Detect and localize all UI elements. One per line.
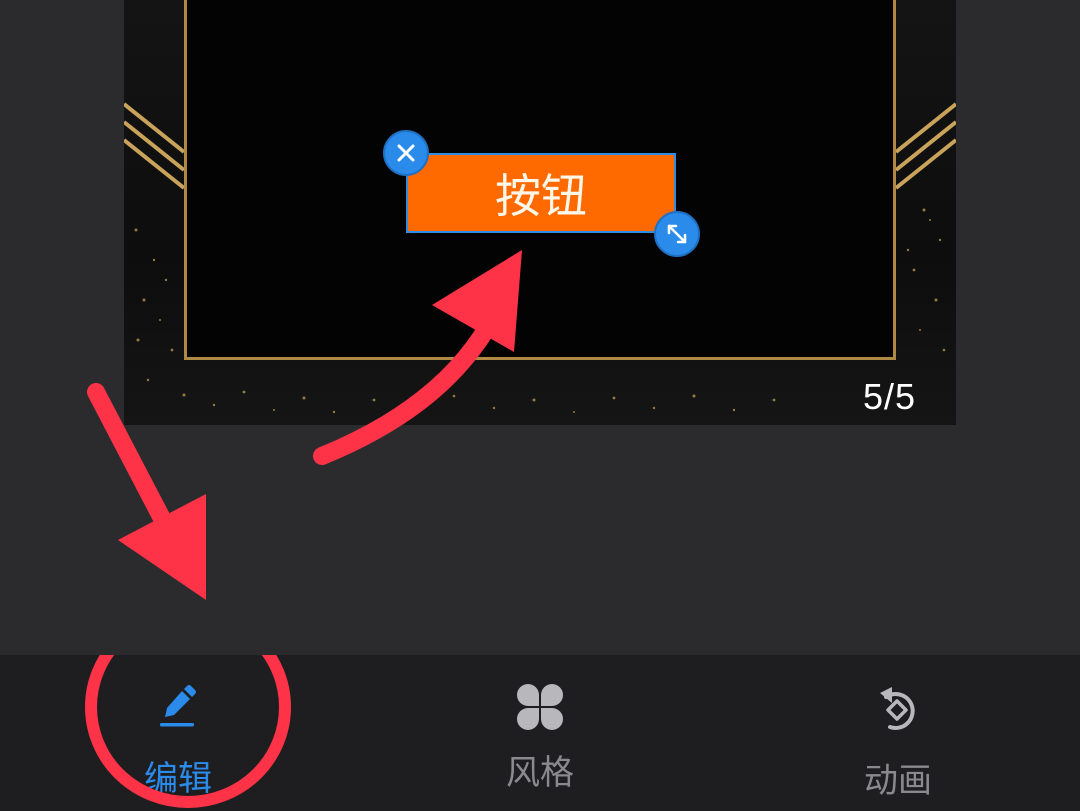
resize-arrows-icon [667, 224, 687, 244]
rotate-diamond-icon [880, 687, 915, 730]
page-indicator: 5/5 [862, 376, 916, 417]
selected-button-element[interactable]: 按钮 [406, 153, 676, 233]
tab-style[interactable]: 风格 [450, 655, 630, 811]
delete-handle[interactable] [383, 130, 429, 176]
close-icon [397, 144, 415, 162]
tab-edit[interactable]: 编辑 [88, 655, 268, 811]
tab-edit-label: 编辑 [144, 759, 212, 799]
bottom-tab-bar: 编辑 风格 动画 [0, 655, 1080, 811]
four-petal-icon [517, 684, 563, 730]
tab-style-label: 风格 [506, 753, 574, 793]
pencil-icon [160, 685, 196, 727]
resize-handle[interactable] [654, 211, 700, 257]
tab-animation[interactable]: 动画 [808, 655, 988, 811]
editor-canvas-area: 5/5 按钮 [0, 0, 1080, 655]
tab-animation-label: 动画 [864, 761, 932, 801]
